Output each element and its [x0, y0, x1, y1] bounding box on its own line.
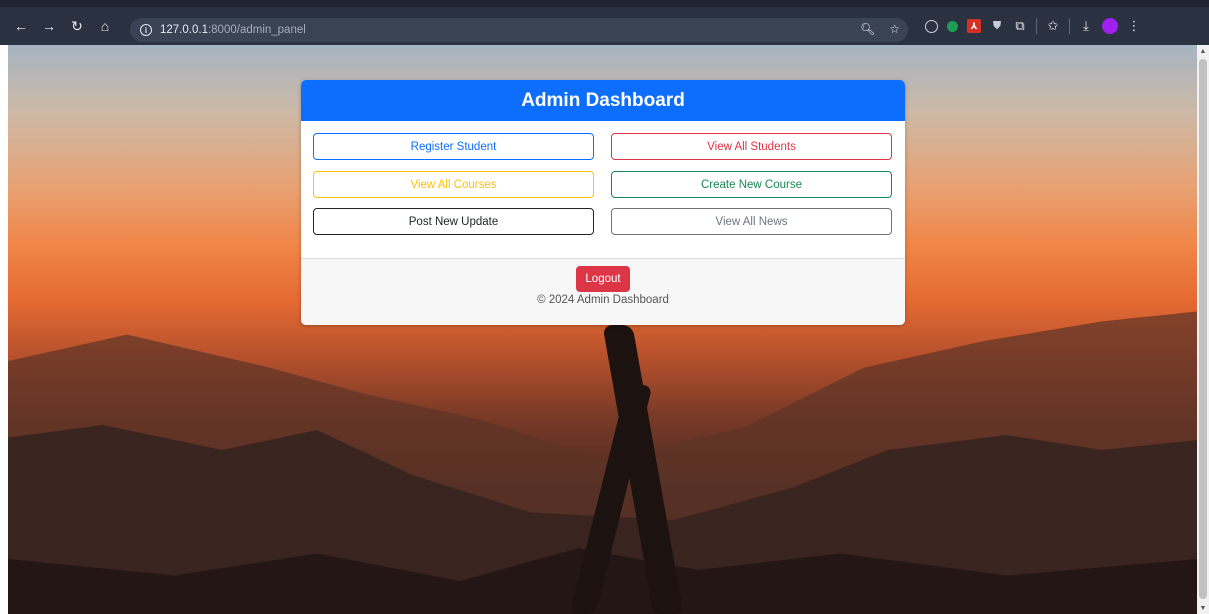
- address-bar[interactable]: i 127.0.0.1:8000/admin_panel 🔍︎ ☆: [130, 18, 908, 42]
- url-path: :8000/admin_panel: [207, 24, 306, 36]
- create-new-course-button[interactable]: Create New Course: [611, 171, 892, 198]
- toolbar-separator: [1036, 18, 1037, 34]
- register-student-button[interactable]: Register Student: [313, 133, 594, 160]
- back-arrow-icon[interactable]: ←: [10, 15, 32, 37]
- view-all-students-button[interactable]: View All Students: [611, 133, 892, 160]
- scroll-down-icon[interactable]: ▼: [1197, 602, 1209, 614]
- page-scrollbar[interactable]: ▲ ▼: [1197, 45, 1209, 614]
- shield-extension-icon[interactable]: ⛊: [990, 19, 1004, 33]
- background-walker-silhouette: [569, 325, 698, 614]
- bookmark-star-icon[interactable]: ☆: [889, 22, 900, 36]
- extension-green-icon[interactable]: [947, 20, 958, 32]
- view-all-news-button[interactable]: View All News: [611, 208, 892, 235]
- site-info-icon[interactable]: i: [140, 24, 152, 36]
- post-new-update-button[interactable]: Post New Update: [313, 208, 594, 235]
- view-all-courses-button[interactable]: View All Courses: [313, 171, 594, 198]
- pdf-extension-icon[interactable]: ⅄: [967, 19, 981, 33]
- dashboard-body: Register Student View All Students View …: [301, 121, 905, 258]
- scrollbar-thumb[interactable]: [1199, 59, 1207, 599]
- toolbar-separator: [1069, 18, 1070, 34]
- download-icon[interactable]: ⤓: [1079, 18, 1093, 33]
- extensions-area: ⅄ ⛊ ⧉ ✩ ⤓ ⋮: [925, 18, 1141, 34]
- puzzle-extensions-icon[interactable]: ⧉: [1013, 18, 1027, 33]
- forward-arrow-icon[interactable]: →: [38, 15, 60, 37]
- extension-gray-icon[interactable]: [925, 19, 938, 33]
- dashboard-title: Admin Dashboard: [301, 80, 905, 121]
- url-host: 127.0.0.1: [160, 24, 208, 36]
- url-text: 127.0.0.1:8000/admin_panel: [160, 24, 306, 36]
- zoom-icon[interactable]: 🔍︎: [860, 22, 875, 36]
- logout-button[interactable]: Logout: [576, 266, 630, 292]
- dashboard-footer: Logout © 2024 Admin Dashboard: [301, 258, 905, 325]
- home-icon[interactable]: ⌂: [94, 15, 116, 37]
- reading-list-icon[interactable]: ✩: [1046, 18, 1060, 33]
- scroll-up-icon[interactable]: ▲: [1197, 45, 1209, 57]
- reload-icon[interactable]: ↻: [66, 15, 88, 37]
- dashboard-card: Admin Dashboard Register Student View Al…: [301, 80, 905, 325]
- browser-toolbar: ← → ↻ ⌂ i 127.0.0.1:8000/admin_panel 🔍︎ …: [0, 0, 1209, 45]
- profile-avatar[interactable]: [1102, 18, 1118, 34]
- menu-kebab-icon[interactable]: ⋮: [1127, 18, 1141, 33]
- copyright-text: © 2024 Admin Dashboard: [537, 294, 669, 306]
